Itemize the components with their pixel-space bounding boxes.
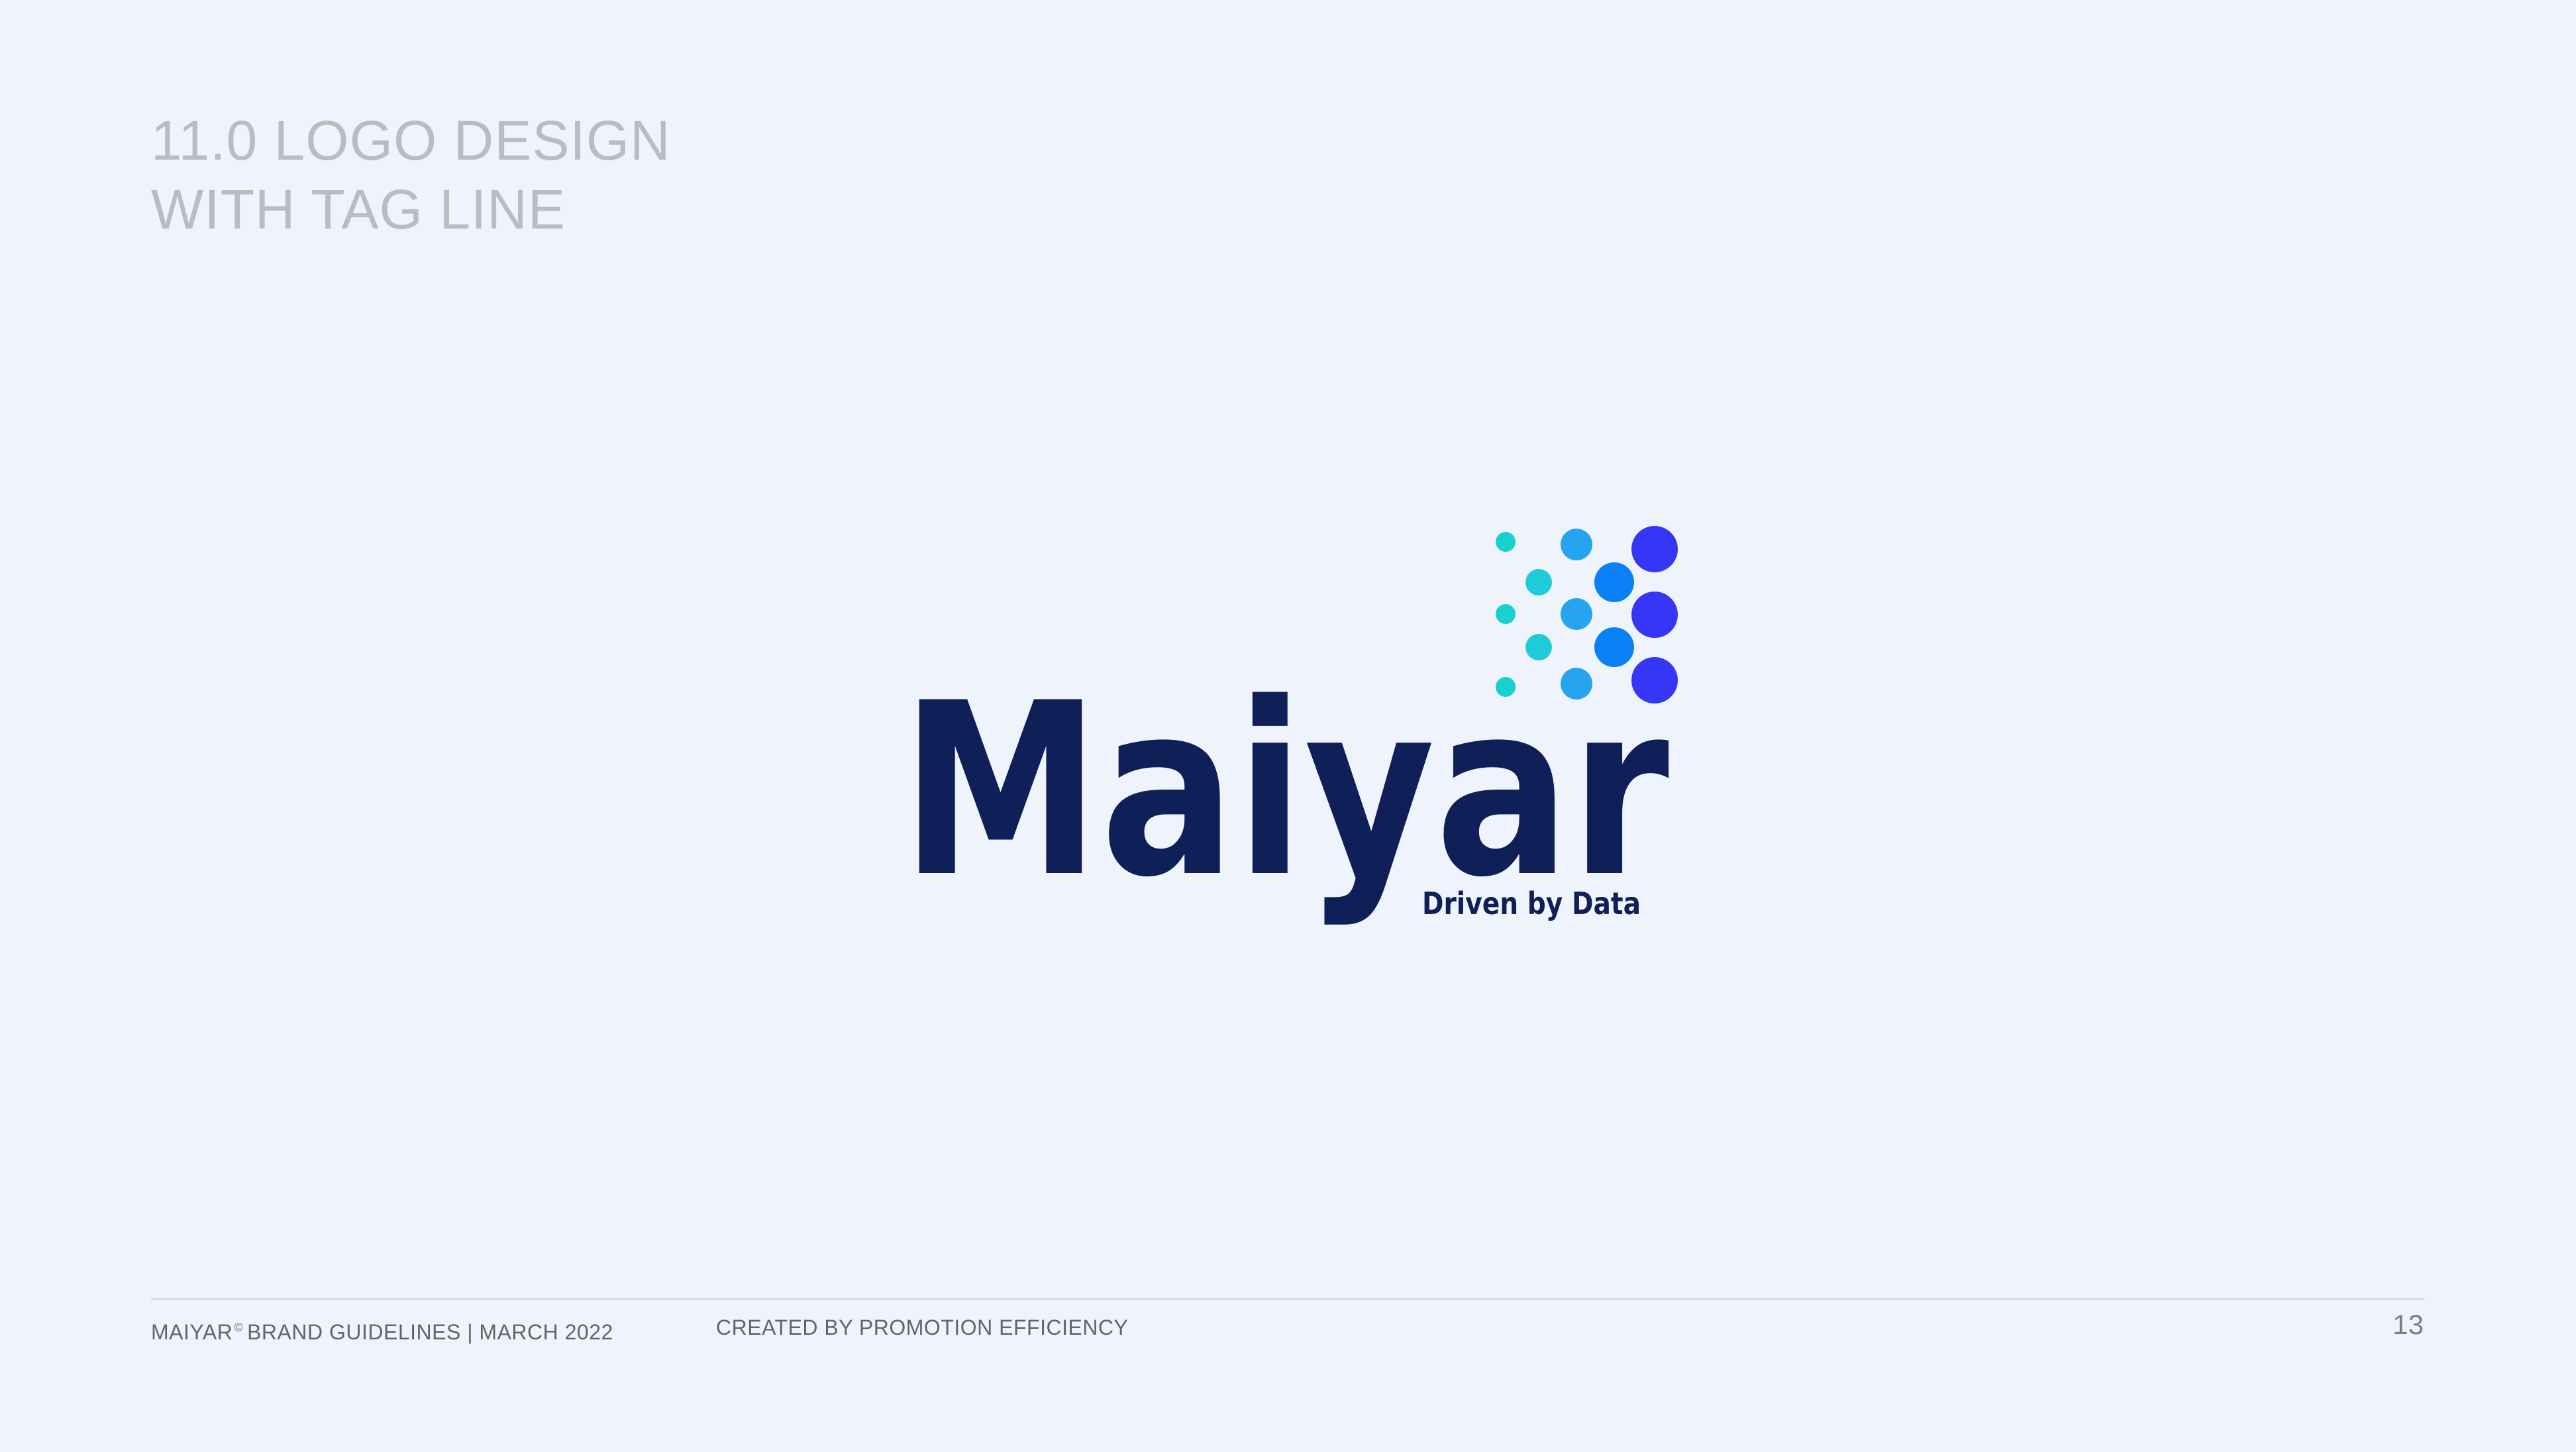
section-title: 11.0 LOGO DESIGN WITH TAG LINE: [151, 106, 671, 244]
logo-dot: [1525, 569, 1552, 596]
logo-dot: [1496, 604, 1516, 624]
logo-tagline: Driven by Data: [1422, 886, 1641, 921]
footer-credit: CREATED BY PROMOTION EFFICIENCY: [716, 1316, 1129, 1339]
footer-divider: [151, 1298, 2424, 1300]
logo-dot: [1561, 598, 1592, 630]
maiyar-logo: Maiyar Driven by Data: [901, 526, 1678, 929]
footer-brand-line: MAIYAR © BRAND GUIDELINES | MARCH 2022: [151, 1314, 613, 1346]
logo-dot: [1631, 592, 1678, 638]
footer-guidelines: BRAND GUIDELINES | MARCH 2022: [247, 1320, 613, 1344]
logo-dot: [1496, 532, 1516, 552]
page-number: 13: [2393, 1309, 2424, 1340]
logo-dot: [1561, 529, 1592, 560]
section-title-line-1: 11.0 LOGO DESIGN: [151, 109, 671, 172]
section-title-line-2: WITH TAG LINE: [151, 178, 566, 240]
logo-dot: [1631, 526, 1678, 572]
footer-brand: MAIYAR: [151, 1320, 233, 1344]
logo-dot: [1594, 562, 1634, 602]
registered-mark: ©: [234, 1321, 244, 1334]
